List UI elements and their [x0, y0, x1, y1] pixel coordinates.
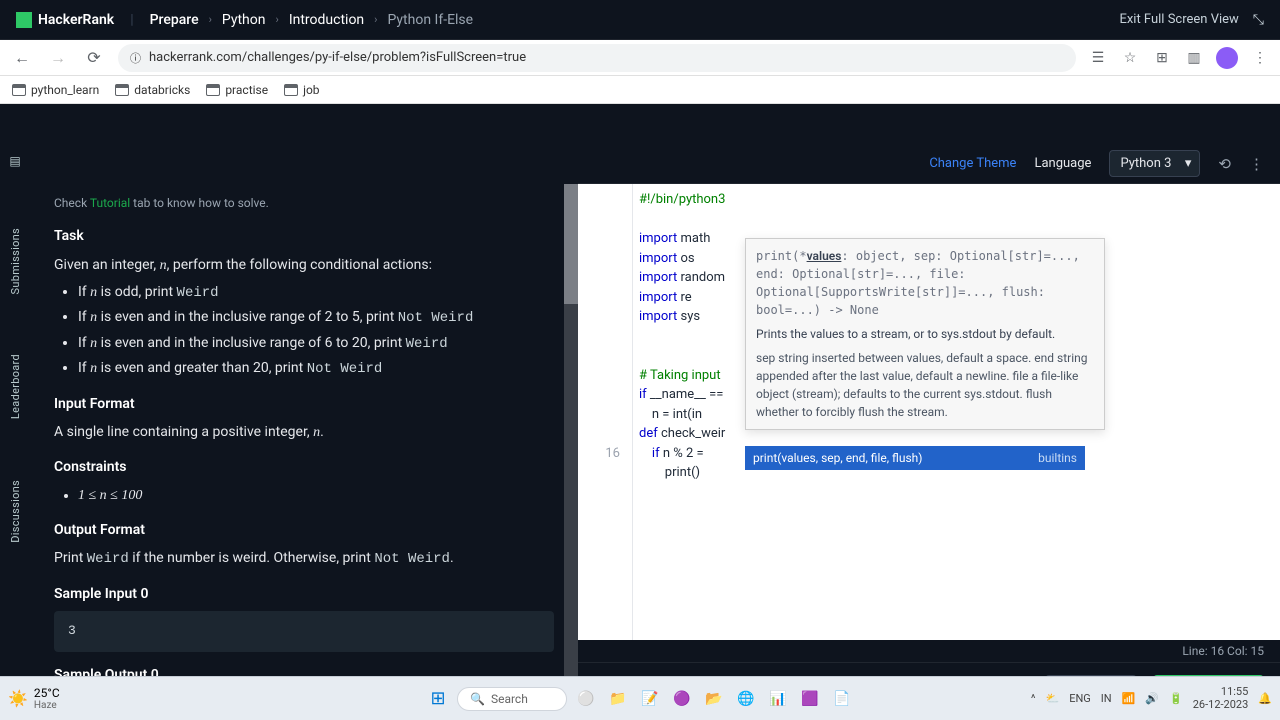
app-header: HackerRank | Prepare › Python › Introduc… [0, 0, 1280, 40]
crumb-introduction[interactable]: Introduction [289, 12, 364, 28]
volume-icon[interactable]: 🔊 [1145, 692, 1159, 705]
extensions-icon[interactable]: ⊞ [1152, 50, 1172, 66]
constraints-expr: 1 ≤ n ≤ 100 [78, 485, 554, 507]
tray-icon-1[interactable]: ⛅ [1046, 692, 1060, 705]
tray-kbd[interactable]: IN [1101, 692, 1112, 705]
sample-input-box: 3 [54, 611, 554, 652]
taskbar-chrome[interactable]: 🌐 [733, 686, 759, 712]
bullet-4: If n is even and greater than 20, print … [78, 357, 554, 380]
side-tabs: ▤ Submissions Leaderboard Discussions [0, 144, 30, 720]
code-editor[interactable]: 16 #!/bin/python3 import math import os … [578, 184, 1280, 640]
taskbar-search[interactable]: 🔍Search [457, 687, 567, 711]
bookmark-practise[interactable]: practise [206, 83, 268, 97]
bookmark-python-learn[interactable]: python_learn [12, 83, 99, 97]
taskbar-app-7[interactable]: 📄 [829, 686, 855, 712]
taskbar-app-1[interactable]: 📁 [605, 686, 631, 712]
side-panel-icon[interactable]: ▥ [1184, 50, 1204, 66]
search-icon: 🔍 [470, 692, 485, 706]
tray-chevron-icon[interactable]: ^ [1031, 692, 1036, 705]
output-format-text: Print Weird if the number is weird. Othe… [54, 547, 554, 570]
exit-fullscreen-link[interactable]: Exit Full Screen View [1119, 12, 1238, 27]
crumb-python[interactable]: Python [222, 12, 266, 28]
taskbar-app-5[interactable]: 📊 [765, 686, 791, 712]
tab-discussions[interactable]: Discussions [9, 480, 22, 543]
bookmarks-bar: python_learn databricks practise job [0, 76, 1280, 104]
line-gutter: 16 [578, 184, 633, 640]
task-heading: Task [54, 225, 554, 247]
constraints-heading: Constraints [54, 456, 554, 478]
tray-lang[interactable]: ENG [1069, 692, 1091, 705]
address-bar: ← → ⟳ ⓘ hackerrank.com/challenges/py-if-… [0, 40, 1280, 76]
chevron-down-icon: ▾ [1185, 156, 1192, 171]
taskbar-app-6[interactable]: 🟪 [797, 686, 823, 712]
windows-taskbar: ☀️ 25°C Haze ⊞ 🔍Search ⚪ 📁 📝 🟣 📂 🌐 📊 🟪 📄… [0, 676, 1280, 720]
system-tray[interactable]: ^ ⛅ ENG IN 📶 🔊 🔋 11:55 26-12-2023 🔔 [1031, 686, 1272, 711]
input-format-text: A single line containing a positive inte… [54, 421, 554, 444]
translate-icon[interactable]: ☰ [1088, 50, 1108, 66]
weather-widget[interactable]: ☀️ 25°C Haze [8, 686, 60, 711]
taskbar-app-2[interactable]: 📝 [637, 686, 663, 712]
editor-menu-icon[interactable]: ⋮ [1249, 155, 1264, 173]
task-text: Given an integer, n, perform the followi… [54, 254, 554, 277]
editor-status: Line: 16 Col: 15 [578, 640, 1280, 662]
bullet-3: If n is even and in the inclusive range … [78, 332, 554, 355]
bullet-2: If n is even and in the inclusive range … [78, 306, 554, 329]
chrome-menu-icon[interactable]: ⋮ [1250, 50, 1270, 66]
url-input[interactable]: ⓘ hackerrank.com/challenges/py-if-else/p… [118, 44, 1076, 72]
tutorial-link[interactable]: Tutorial [90, 196, 130, 210]
url-text: hackerrank.com/challenges/py-if-else/pro… [149, 50, 526, 65]
reload-button[interactable]: ⟳ [82, 46, 106, 70]
crumb-prepare[interactable]: Prepare [150, 12, 199, 28]
clock[interactable]: 11:55 26-12-2023 [1193, 686, 1249, 711]
bullet-1: If n is odd, print Weird [78, 281, 554, 304]
reset-icon[interactable]: ⟲ [1218, 155, 1231, 173]
input-format-heading: Input Format [54, 393, 554, 415]
notifications-icon[interactable]: 🔔 [1258, 692, 1272, 705]
problem-panel: Check Tutorial tab to know how to solve.… [30, 144, 578, 720]
editor-panel: Change Theme Language Python 3 ▾ ⟲ ⋮ 16 … [578, 144, 1280, 720]
crumb-current: Python If-Else [387, 12, 473, 28]
output-format-heading: Output Format [54, 519, 554, 541]
forward-button[interactable]: → [46, 46, 70, 70]
tutorial-hint: Check Tutorial tab to know how to solve. [54, 194, 554, 213]
logo[interactable]: HackerRank [16, 12, 114, 28]
wifi-icon[interactable]: 📶 [1122, 692, 1136, 705]
problem-tab-icon[interactable]: ▤ [9, 154, 20, 168]
bookmark-star-icon[interactable]: ☆ [1120, 50, 1140, 66]
task-view-icon[interactable]: ⚪ [573, 686, 599, 712]
tab-leaderboard[interactable]: Leaderboard [9, 354, 22, 419]
language-label: Language [1034, 156, 1091, 171]
battery-icon[interactable]: 🔋 [1169, 692, 1183, 705]
change-theme-link[interactable]: Change Theme [929, 156, 1016, 171]
signature-tooltip: print(*values: object, sep: Optional[str… [745, 238, 1105, 430]
autocomplete-popup[interactable]: print(values, sep, end, file, flush) bui… [745, 446, 1085, 470]
bookmark-job[interactable]: job [284, 83, 319, 97]
start-button[interactable]: ⊞ [425, 686, 451, 712]
taskbar-app-3[interactable]: 🟣 [669, 686, 695, 712]
collapse-icon[interactable]: ⤡ [1253, 12, 1264, 28]
breadcrumb: Prepare › Python › Introduction › Python… [150, 12, 473, 28]
sample-input-heading: Sample Input 0 [54, 583, 554, 605]
site-info-icon[interactable]: ⓘ [130, 50, 141, 66]
scrollbar[interactable] [564, 184, 578, 720]
back-button[interactable]: ← [10, 46, 34, 70]
taskbar-app-4[interactable]: 📂 [701, 686, 727, 712]
profile-avatar[interactable] [1216, 47, 1238, 69]
language-select[interactable]: Python 3 ▾ [1109, 150, 1200, 177]
tab-submissions[interactable]: Submissions [9, 228, 22, 294]
bookmark-databricks[interactable]: databricks [115, 83, 190, 97]
